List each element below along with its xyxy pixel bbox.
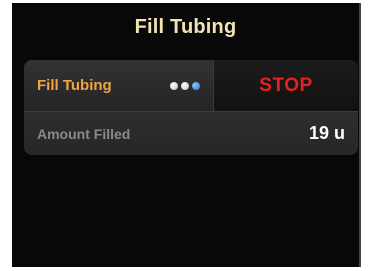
amount-filled-value: 19 u [308, 123, 345, 143]
pump-screen: Fill Tubing Fill Tubing STOP Amount Fill… [12, 3, 361, 267]
progress-dot-active [192, 81, 200, 90]
amount-filled-label: Amount Filled [37, 125, 131, 142]
progress-dot [181, 81, 189, 90]
fill-panel: Fill Tubing STOP Amount Filled 19 u [24, 60, 358, 155]
progress-dot [170, 81, 178, 90]
amount-filled-row: Amount Filled 19 u [24, 112, 358, 155]
fill-status-cell: Fill Tubing [24, 60, 213, 111]
screen-title: Fill Tubing [134, 15, 237, 38]
fill-status-row: Fill Tubing STOP [24, 60, 358, 111]
stop-button-label: STOP [259, 74, 313, 96]
fill-tubing-label: Fill Tubing [37, 77, 112, 94]
screen-header: Fill Tubing [12, 3, 359, 51]
stop-button[interactable]: STOP [213, 60, 358, 111]
device-frame: Fill Tubing Fill Tubing STOP Amount Fill… [0, 0, 371, 271]
progress-dots-icon [170, 81, 200, 90]
